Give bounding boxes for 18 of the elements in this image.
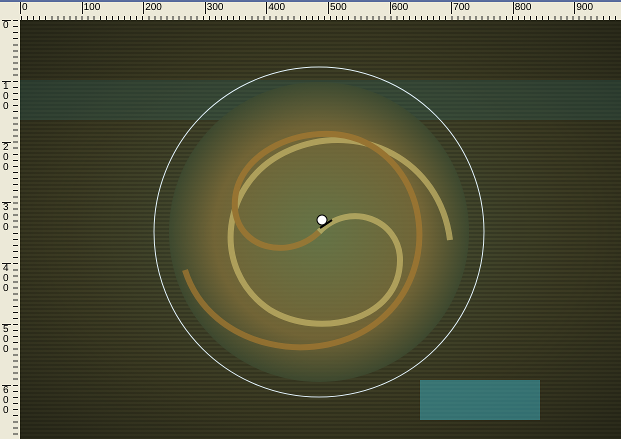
- ruler-label: 400: [2, 263, 11, 324]
- ruler-label: 500: [328, 2, 390, 14]
- cursor-icon: [316, 214, 333, 229]
- ruler-label: 100: [2, 80, 11, 142]
- ruler-label: 100: [82, 2, 144, 14]
- ruler-label: 800: [512, 2, 574, 14]
- ruler-label: 900: [574, 2, 621, 14]
- ruler-label: 300: [204, 2, 266, 14]
- ruler-label: 600: [390, 2, 452, 14]
- ruler-label: 0: [2, 20, 11, 81]
- ruler-label: 300: [2, 202, 11, 264]
- ruler-label: 700: [451, 2, 513, 14]
- ruler-label: 500: [2, 324, 11, 385]
- ruler-label: 400: [266, 2, 328, 14]
- ruler-label: 200: [2, 142, 11, 202]
- ruler-label: 200: [143, 2, 205, 14]
- ruler-label: 0: [20, 2, 82, 14]
- ruler-label: 600: [2, 384, 11, 439]
